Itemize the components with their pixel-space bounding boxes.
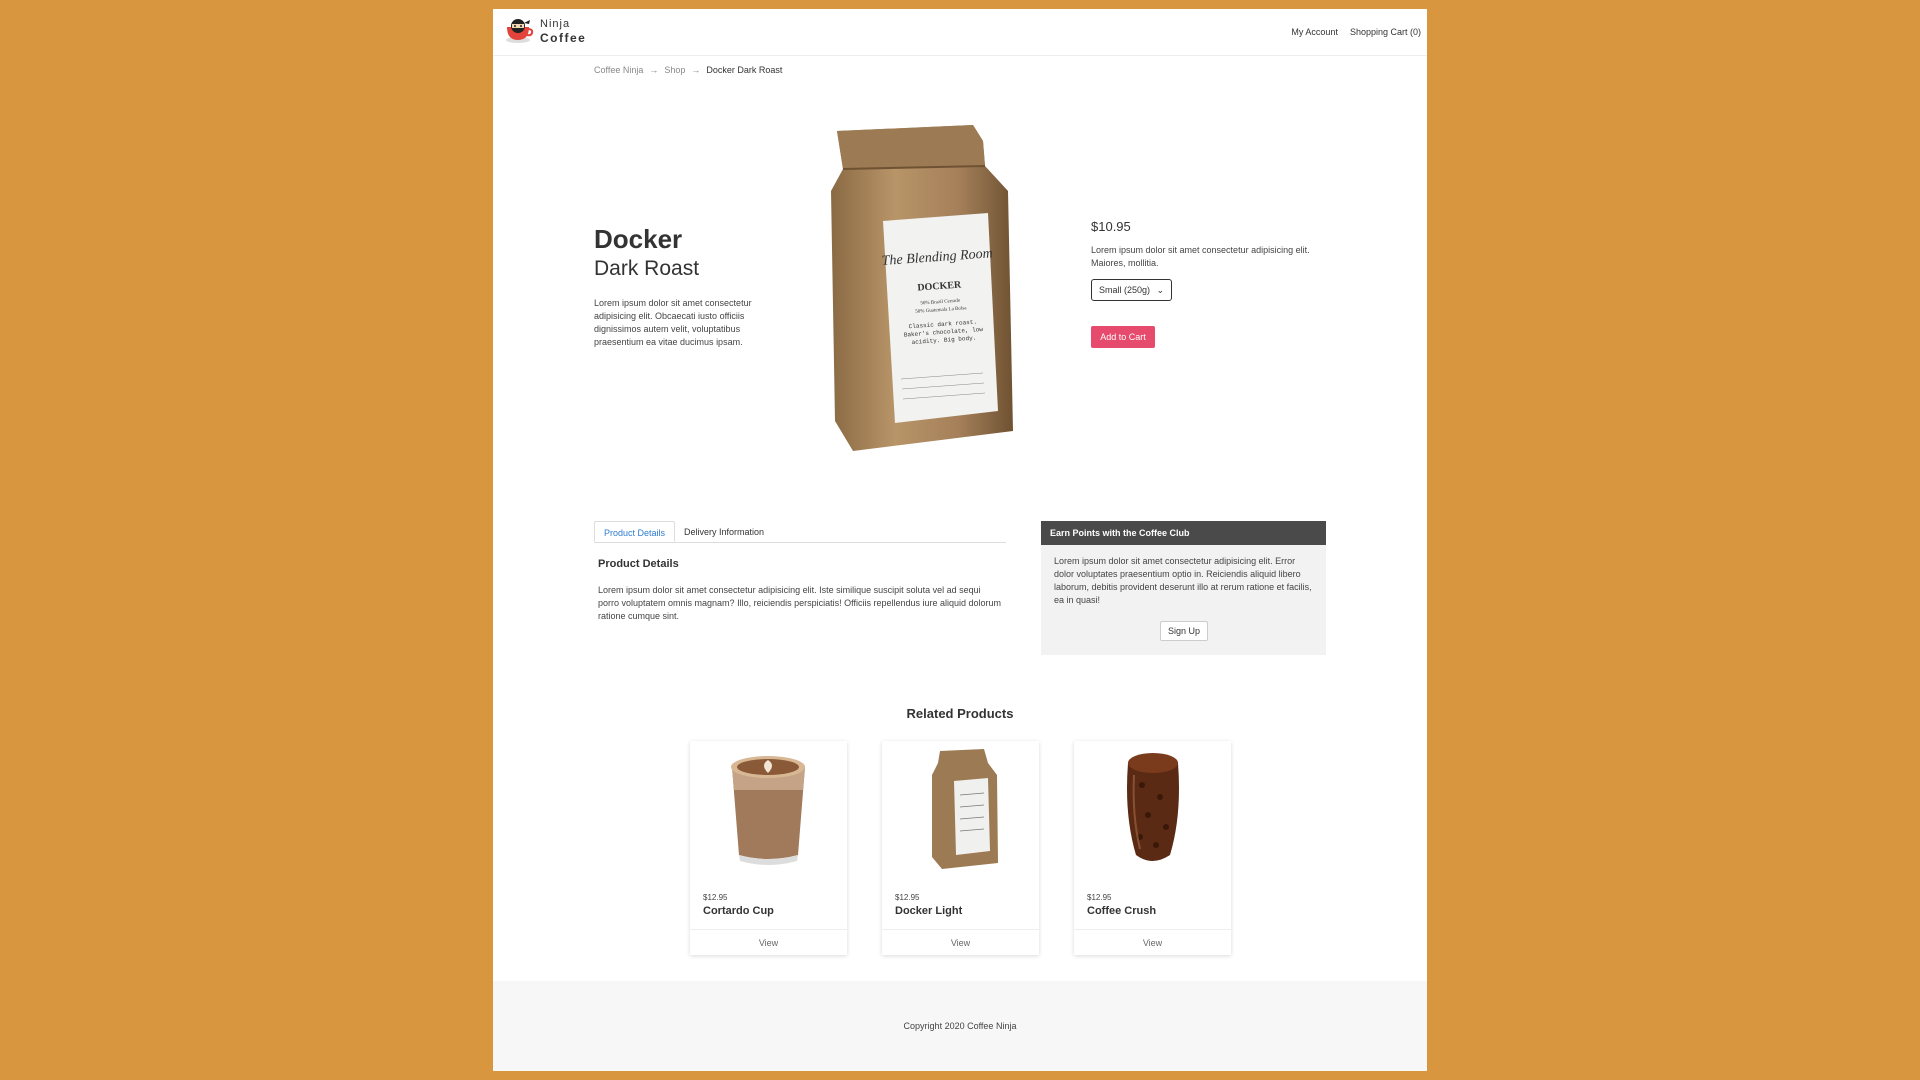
card-price: $12.95 xyxy=(895,893,920,902)
tab-delivery-information[interactable]: Delivery Information xyxy=(675,521,773,542)
top-nav: My Account Shopping Cart (0) xyxy=(1291,27,1421,37)
breadcrumb-separator: → xyxy=(691,65,701,75)
breadcrumb-separator: → xyxy=(649,65,659,75)
add-to-cart-button[interactable]: Add to Cart xyxy=(1091,326,1155,348)
details-text: Lorem ipsum dolor sit amet consectetur a… xyxy=(598,585,1002,621)
breadcrumb: Coffee Ninja → Shop → Docker Dark Roast xyxy=(594,65,782,75)
product-title: Docker xyxy=(594,224,683,254)
header: Ninja Coffee My Account Shopping Cart (0… xyxy=(493,9,1427,56)
product-card[interactable]: $12.95 Cortardo Cup View xyxy=(690,741,847,955)
view-button[interactable]: View xyxy=(882,929,1039,955)
product-subtitle: Dark Roast xyxy=(594,257,700,280)
product-card[interactable]: $12.95 Coffee Crush View xyxy=(1074,741,1231,955)
footer: Copyright 2020 Coffee Ninja xyxy=(493,981,1427,1071)
coffee-bag-image: The Blending Room DOCKER 50% Brazil Cerr… xyxy=(831,125,1013,451)
page: Ninja Coffee My Account Shopping Cart (0… xyxy=(493,9,1427,1071)
product-card[interactable]: $12.95 Docker Light View xyxy=(882,741,1039,955)
coffee-club-text: Lorem ipsum dolor sit amet consectetur a… xyxy=(1054,556,1312,605)
product-description: Lorem ipsum dolor sit amet consectetur a… xyxy=(594,298,752,347)
bag-notes-text: Classic dark roast. Baker's chocolate, l… xyxy=(903,318,984,347)
copyright-text: Copyright 2020 Coffee Ninja xyxy=(903,1021,1017,1031)
tab-product-details[interactable]: Product Details xyxy=(594,521,676,542)
card-name: Coffee Crush xyxy=(1087,905,1157,917)
breadcrumb-home[interactable]: Coffee Ninja xyxy=(594,65,643,75)
coffee-club-box: Earn Points with the Coffee Club Lorem i… xyxy=(1041,521,1326,655)
coffee-crush-glass-image xyxy=(1127,753,1179,861)
brand-line1: Ninja xyxy=(540,18,571,30)
size-select[interactable]: Small (250g) ⌄ xyxy=(1091,279,1172,301)
coffee-bag-image xyxy=(932,749,998,869)
my-account-link[interactable]: My Account xyxy=(1291,27,1338,37)
product-short-description: Lorem ipsum dolor sit amet consectetur a… xyxy=(1091,245,1310,268)
sign-up-button[interactable]: Sign Up xyxy=(1160,621,1208,641)
related-products-heading: Related Products xyxy=(906,706,1014,721)
logo[interactable]: Ninja Coffee xyxy=(504,17,586,45)
related-products: $12.95 Cortardo Cup View $12.95 Docker L… xyxy=(690,741,1231,955)
product-tabs: Product Details Delivery Information xyxy=(594,521,1006,543)
card-price: $12.95 xyxy=(703,893,728,902)
chevron-down-icon: ⌄ xyxy=(1156,284,1164,295)
card-price: $12.95 xyxy=(1087,893,1112,902)
coffee-club-heading: Earn Points with the Coffee Club xyxy=(1041,521,1326,545)
ninja-cup-icon xyxy=(506,19,534,43)
view-button[interactable]: View xyxy=(1074,929,1231,955)
product-price: $10.95 xyxy=(1091,219,1131,234)
card-name: Docker Light xyxy=(895,905,963,917)
details-heading: Product Details xyxy=(598,558,679,570)
size-select-value: Small (250g) xyxy=(1099,285,1151,295)
view-button[interactable]: View xyxy=(690,929,847,955)
cortado-cup-image xyxy=(731,756,805,865)
breadcrumb-current: Docker Dark Roast xyxy=(706,65,783,75)
shopping-cart-link[interactable]: Shopping Cart (0) xyxy=(1350,27,1421,37)
card-name: Cortardo Cup xyxy=(703,905,774,917)
brand-line2: Coffee xyxy=(540,31,587,45)
breadcrumb-shop[interactable]: Shop xyxy=(664,65,685,75)
